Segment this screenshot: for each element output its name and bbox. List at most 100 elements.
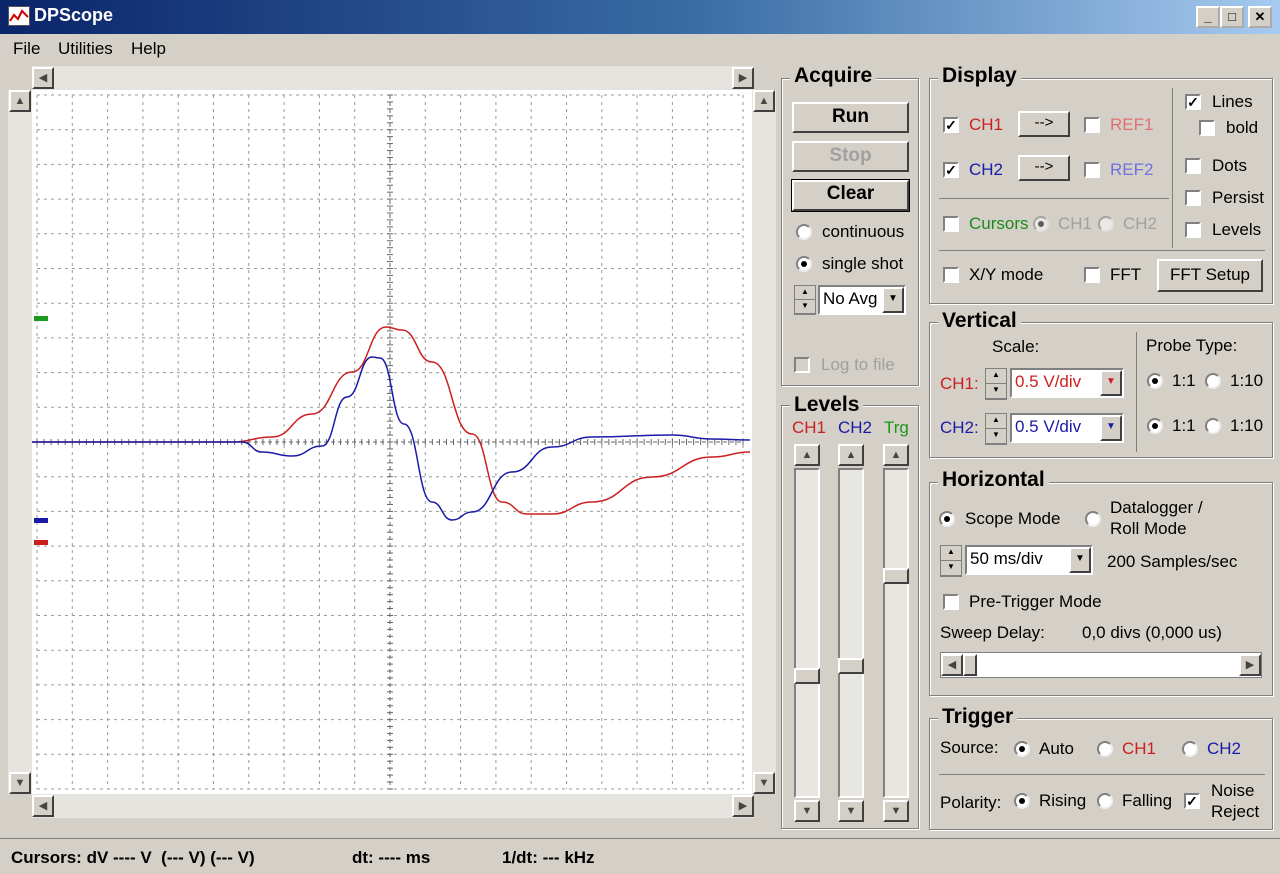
ch1-probe-10x-radio[interactable] — [1205, 373, 1221, 389]
single-shot-label: single shot — [822, 254, 904, 273]
trigger-rising-label: Rising — [1039, 791, 1087, 810]
levels-title: Levels — [790, 393, 864, 417]
avg-select[interactable]: No Avg ▼ — [818, 285, 906, 315]
top-scrollbar[interactable]: ◀ ▶ — [32, 66, 754, 90]
dots-checkbox[interactable] — [1185, 158, 1201, 174]
ch1-scale-spinner[interactable]: ▲ ▼ — [985, 368, 1007, 400]
scroll-right-icon[interactable]: ▶ — [732, 67, 754, 89]
persist-checkbox[interactable] — [1185, 190, 1201, 206]
timebase-spinner[interactable]: ▲ ▼ — [940, 545, 962, 577]
scroll-left-icon[interactable]: ◀ — [941, 654, 963, 676]
bold-checkbox[interactable] — [1199, 120, 1215, 136]
vert-ch2-label: CH2: — [940, 418, 979, 437]
trigger-ch2-radio[interactable] — [1182, 741, 1198, 757]
scroll-left-icon[interactable]: ◀ — [32, 795, 54, 817]
bottom-scrollbar[interactable]: ◀ ▶ — [32, 794, 754, 818]
clear-button[interactable]: Clear — [791, 179, 910, 212]
scroll-down-icon[interactable]: ▼ — [753, 772, 775, 794]
scope-display[interactable] — [32, 90, 752, 794]
scroll-down-icon[interactable]: ▼ — [838, 800, 864, 822]
pretrigger-checkbox[interactable] — [943, 594, 959, 610]
ch2-probe-1x-radio[interactable] — [1147, 418, 1163, 434]
minimize-button[interactable]: _ — [1196, 6, 1220, 28]
lines-checkbox[interactable]: ✓ — [1185, 94, 1201, 110]
ch2-probe-10x-radio[interactable] — [1205, 418, 1221, 434]
ch2-to-ref2-button[interactable]: --> — [1018, 155, 1070, 181]
trg-level-thumb[interactable] — [883, 568, 909, 584]
ch2-scale-select[interactable]: 0.5 V/div ▼ — [1010, 413, 1124, 443]
log-to-file-checkbox[interactable] — [794, 357, 810, 373]
trigger-ch2-label: CH2 — [1207, 739, 1242, 758]
trigger-auto-label: Auto — [1039, 739, 1074, 758]
maximize-button[interactable]: □ — [1220, 6, 1244, 28]
scroll-up-icon[interactable]: ▲ — [753, 90, 775, 112]
ch1-level-thumb[interactable] — [794, 668, 820, 684]
scope-panel: ◀ ▶ ▲ ▼ ▲ ▼ ◀ ▶ — [6, 64, 778, 824]
cursor-ch1-radio[interactable] — [1033, 216, 1049, 232]
ch1-display-checkbox[interactable]: ✓ — [943, 117, 959, 133]
run-button[interactable]: Run — [792, 102, 909, 133]
sweep-delay-thumb[interactable] — [963, 654, 977, 676]
single-shot-radio[interactable] — [796, 256, 812, 272]
timebase-select[interactable]: 50 ms/div ▼ — [965, 545, 1093, 575]
ch2-level-slider[interactable]: ▲ ▼ — [836, 444, 866, 822]
levels-checkbox[interactable] — [1185, 222, 1201, 238]
trigger-falling-radio[interactable] — [1097, 793, 1113, 809]
xy-mode-checkbox[interactable] — [943, 267, 959, 283]
trigger-ch1-label: CH1 — [1122, 739, 1157, 758]
close-button[interactable]: ✕ — [1248, 6, 1272, 28]
scroll-down-icon[interactable]: ▼ — [794, 800, 820, 822]
avg-spinner[interactable]: ▲ ▼ — [794, 285, 816, 315]
trg-level-slider[interactable]: ▲ ▼ — [881, 444, 911, 822]
scroll-up-icon[interactable]: ▲ — [9, 90, 31, 112]
ch2-display-checkbox[interactable]: ✓ — [943, 162, 959, 178]
noise-reject-checkbox[interactable]: ✓ — [1184, 793, 1200, 809]
samples-rate-label: 200 Samples/sec — [1107, 552, 1238, 571]
ch1-probe-10x-label: 1:10 — [1230, 371, 1264, 390]
menu-help[interactable]: Help — [131, 39, 166, 59]
scroll-right-icon[interactable]: ▶ — [1239, 654, 1261, 676]
trigger-auto-radio[interactable] — [1014, 741, 1030, 757]
trigger-polarity-label: Polarity: — [940, 793, 1002, 812]
scope-mode-radio[interactable] — [939, 511, 955, 527]
scroll-left-icon[interactable]: ◀ — [32, 67, 54, 89]
ch2-level-thumb[interactable] — [838, 658, 864, 674]
scope-mode-label: Scope Mode — [965, 509, 1061, 528]
ch1-to-ref1-button[interactable]: --> — [1018, 111, 1070, 137]
ch1-scale-value: 0.5 V/div — [1015, 372, 1082, 391]
log-to-file-label: Log to file — [821, 355, 895, 374]
ch1-probe-1x-radio[interactable] — [1147, 373, 1163, 389]
ch1-scale-select[interactable]: 0.5 V/div ▼ — [1010, 368, 1124, 398]
ref1-checkbox[interactable] — [1084, 117, 1100, 133]
fft-setup-button[interactable]: FFT Setup — [1157, 259, 1263, 292]
scroll-down-icon[interactable]: ▼ — [9, 772, 31, 794]
menu-utilities[interactable]: Utilities — [58, 39, 113, 59]
trigger-rising-radio[interactable] — [1014, 793, 1030, 809]
datalogger-radio[interactable] — [1085, 511, 1101, 527]
ch2-display-label: CH2 — [969, 160, 1004, 179]
ref2-label: REF2 — [1110, 160, 1154, 179]
fft-checkbox[interactable] — [1084, 267, 1100, 283]
ch1-level-slider[interactable]: ▲ ▼ — [792, 444, 822, 822]
right-scrollbar[interactable]: ▲ ▼ — [752, 90, 776, 794]
scroll-up-icon[interactable]: ▲ — [794, 444, 820, 466]
scroll-down-icon[interactable]: ▼ — [883, 800, 909, 822]
left-scrollbar[interactable]: ▲ ▼ — [8, 90, 32, 794]
cursor-ch2-radio[interactable] — [1098, 216, 1114, 232]
continuous-radio[interactable] — [796, 224, 812, 240]
sweep-delay-slider[interactable]: ◀ ▶ — [940, 652, 1262, 678]
cursors-checkbox[interactable] — [943, 216, 959, 232]
scroll-up-icon[interactable]: ▲ — [838, 444, 864, 466]
trigger-falling-label: Falling — [1122, 791, 1173, 810]
ch2-probe-10x-label: 1:10 — [1230, 416, 1264, 435]
ch2-scale-spinner[interactable]: ▲ ▼ — [985, 413, 1007, 445]
scroll-up-icon[interactable]: ▲ — [883, 444, 909, 466]
ref2-checkbox[interactable] — [1084, 162, 1100, 178]
fft-label: FFT — [1110, 265, 1142, 284]
stop-button[interactable]: Stop — [792, 141, 909, 172]
window-title: DPScope — [34, 5, 114, 25]
trigger-ch1-radio[interactable] — [1097, 741, 1113, 757]
menu-file[interactable]: File — [13, 39, 40, 59]
continuous-label: continuous — [822, 222, 905, 241]
scroll-right-icon[interactable]: ▶ — [732, 795, 754, 817]
